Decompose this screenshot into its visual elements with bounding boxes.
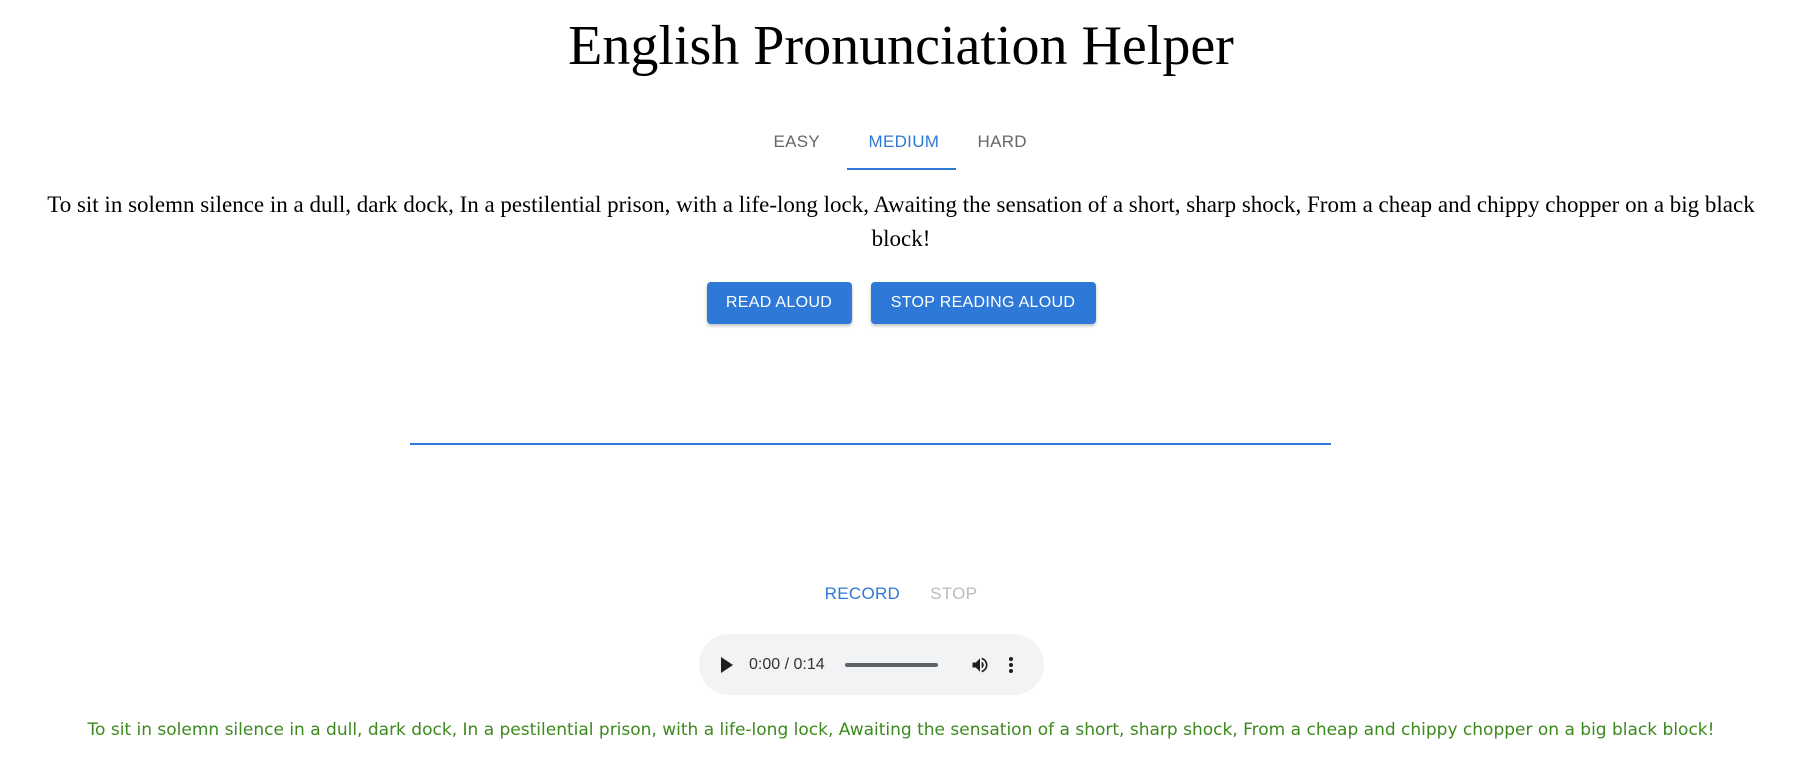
- difficulty-tabs: EASY MEDIUM HARD: [0, 118, 1802, 170]
- read-aloud-button[interactable]: READ ALOUD: [706, 282, 852, 324]
- read-controls: READ ALOUD STOP READING ALOUD: [0, 282, 1802, 324]
- speech-transcript: To sit in solemn silence in a dull, dark…: [87, 720, 1715, 740]
- record-button[interactable]: RECORD: [821, 580, 904, 608]
- practice-passage: To sit in solemn silence in a dull, dark…: [47, 192, 1755, 251]
- audio-player: 0:00 / 0:14: [699, 634, 1044, 695]
- more-options-icon[interactable]: [1008, 655, 1014, 675]
- audio-progress-slider[interactable]: [844, 662, 938, 667]
- stop-recording-button[interactable]: STOP: [926, 580, 981, 608]
- tab-hard[interactable]: HARD: [956, 118, 1051, 170]
- audio-time-display: 0:00 / 0:14: [749, 655, 825, 673]
- page-title: English Pronunciation Helper: [568, 15, 1234, 77]
- volume-icon[interactable]: [970, 655, 990, 675]
- play-icon[interactable]: [721, 656, 733, 673]
- tab-easy[interactable]: EASY: [752, 118, 847, 170]
- record-controls: RECORD STOP: [0, 580, 1802, 608]
- stop-reading-aloud-button[interactable]: STOP READING ALOUD: [870, 282, 1096, 324]
- divider: [410, 443, 1331, 445]
- tab-medium[interactable]: MEDIUM: [846, 118, 956, 170]
